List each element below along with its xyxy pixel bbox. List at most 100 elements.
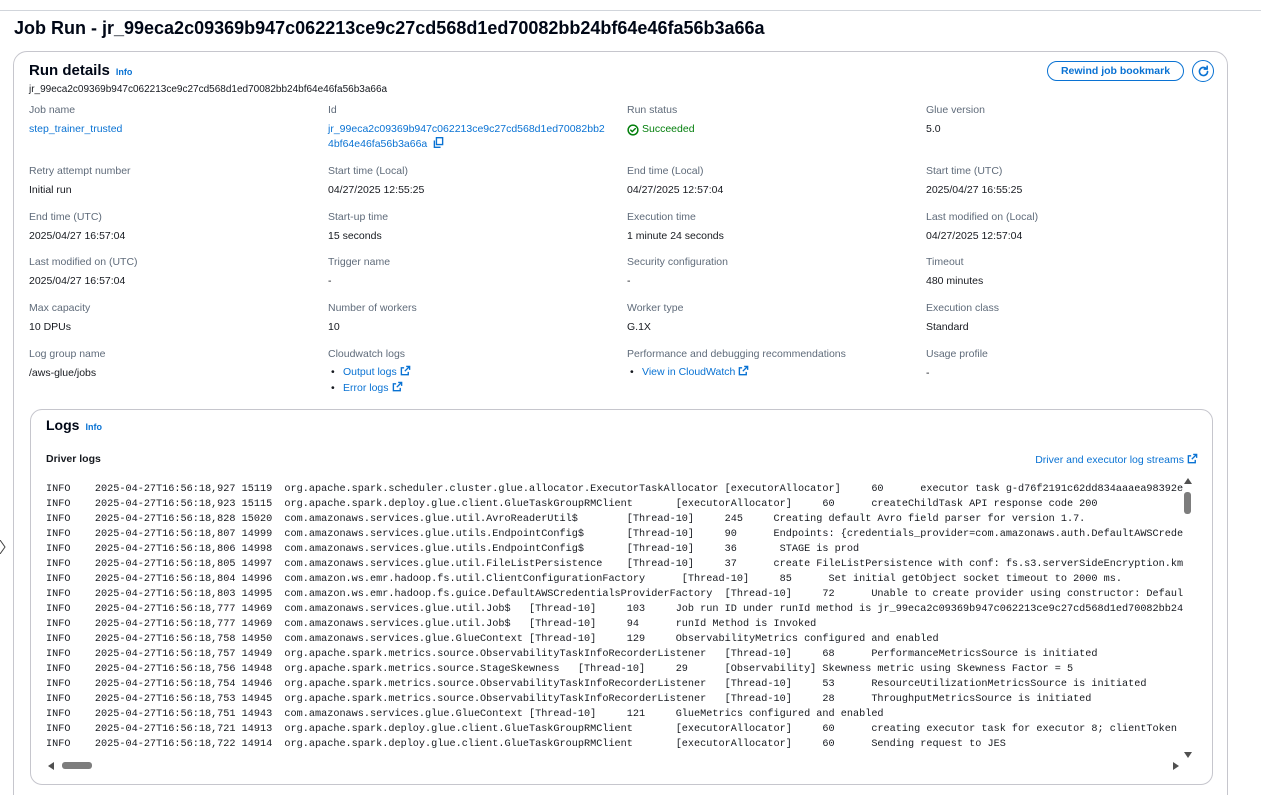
worker-type-value: G.1X [627,321,651,333]
field-start-time-utc: Start time (UTC) 2025/04/27 16:55:25 [926,165,1216,198]
horizontal-scroll-thumb[interactable] [62,762,92,769]
logs-info-link[interactable]: Info [85,422,102,432]
run-status-label: Run status [627,104,678,116]
security-configuration-label: Security configuration [627,256,728,268]
log-streams-text: Driver and executor log streams [1035,454,1184,466]
run-details-header: Run details Info [29,62,132,79]
field-job-name: Job name step_trainer_trusted [29,104,319,137]
output-logs-link[interactable]: Output logs [328,364,618,380]
log-line: INFO 2025-04-27T16:56:18,923 15115 org.a… [46,499,1098,510]
vertical-scrollbar[interactable] [1181,476,1195,760]
run-id-subtitle: jr_99eca2c09369b947c062213ce9c27cd568d1e… [29,84,388,95]
job-name-link[interactable]: step_trainer_trusted [29,122,319,137]
startup-time-value: 15 seconds [328,230,382,242]
log-line: INFO 2025-04-27T16:56:18,927 15119 org.a… [46,484,1183,495]
scroll-right-arrow-icon[interactable] [1173,762,1179,770]
logs-header: Logs Info [46,417,102,433]
field-trigger-name: Trigger name - [328,256,618,289]
log-line: INFO 2025-04-27T16:56:18,751 14943 com.a… [46,709,884,720]
log-line: INFO 2025-04-27T16:56:18,757 14949 org.a… [46,649,1098,660]
field-number-of-workers: Number of workers 10 [328,302,618,335]
driver-executor-log-streams-link[interactable]: Driver and executor log streams [1035,453,1198,466]
cloudwatch-logs-list: Output logs Error logs [328,364,618,396]
field-id: Id jr_99eca2c09369b947c062213ce9c27cd568… [328,104,618,152]
field-security-configuration: Security configuration - [627,256,917,289]
security-configuration-value: - [627,275,631,287]
usage-profile-value: - [926,367,930,379]
page-title: Job Run - jr_99eca2c09369b947c062213ce9c… [14,18,765,38]
log-line: INFO 2025-04-27T16:56:18,758 14950 com.a… [46,634,939,645]
log-line: INFO 2025-04-27T16:56:18,807 14999 com.a… [46,529,1183,540]
timeout-value: 480 minutes [926,275,984,287]
max-capacity-value: 10 DPUs [29,321,72,333]
glue-version-label: Glue version [926,104,985,116]
usage-profile-label: Usage profile [926,348,988,360]
perf-recommendations-label: Performance and debugging recommendation… [627,348,846,360]
start-time-local-label: Start time (Local) [328,165,408,177]
scroll-up-arrow-icon[interactable] [1184,478,1192,484]
view-in-cloudwatch-text: View in CloudWatch [642,366,736,378]
cloudwatch-logs-label: Cloudwatch logs [328,348,406,360]
log-line: INFO 2025-04-27T16:56:18,803 14995 com.a… [46,589,1183,600]
last-modified-utc-label: Last modified on (UTC) [29,256,138,268]
log-line: INFO 2025-04-27T16:56:18,753 14945 org.a… [46,694,1092,705]
output-logs-text: Output logs [343,366,397,378]
log-group-name-label: Log group name [29,348,106,360]
end-time-local-label: End time (Local) [627,165,704,177]
run-details-heading: Run details [29,62,110,79]
field-worker-type: Worker type G.1X [627,302,917,335]
status-badge: Succeeded [627,122,695,137]
end-time-utc-label: End time (UTC) [29,211,102,223]
max-capacity-label: Max capacity [29,302,91,314]
field-run-status: Run status Succeeded [627,104,917,141]
run-details-info-link[interactable]: Info [116,67,133,77]
trigger-name-label: Trigger name [328,256,391,268]
log-line: INFO 2025-04-27T16:56:18,777 14969 com.a… [46,619,817,630]
refresh-button[interactable] [1192,60,1214,82]
field-end-time-utc: End time (UTC) 2025/04/27 16:57:04 [29,211,319,244]
field-log-group-name: Log group name /aws-glue/jobs [29,348,319,381]
number-of-workers-label: Number of workers [328,302,417,314]
external-link-icon [400,365,411,376]
run-details-card: Run details Info jr_99eca2c09369b947c062… [13,51,1228,795]
id-value-line2: 4bf64e46fa56b3a66a [328,138,428,150]
retry-attempt-label: Retry attempt number [29,165,131,177]
field-glue-version: Glue version 5.0 [926,104,1216,137]
log-line: INFO 2025-04-27T16:56:18,722 14914 org.a… [46,739,1006,750]
horizontal-scrollbar[interactable] [46,760,1181,772]
id-value[interactable]: jr_99eca2c09369b947c062213ce9c27cd568d1e… [328,122,618,152]
field-last-modified-local: Last modified on (Local) 04/27/2025 12:5… [926,211,1216,244]
field-startup-time: Start-up time 15 seconds [328,211,618,244]
vertical-scroll-thumb[interactable] [1184,492,1191,514]
mouse-cursor-icon [0,540,6,554]
rewind-job-bookmark-button[interactable]: Rewind job bookmark [1047,61,1184,81]
execution-time-label: Execution time [627,211,696,223]
start-time-utc-value: 2025/04/27 16:55:25 [926,184,1023,196]
log-line: INFO 2025-04-27T16:56:18,721 14913 org.a… [46,724,1183,735]
field-execution-time: Execution time 1 minute 24 seconds [627,211,917,244]
logs-card: Logs Info Driver logs Driver and executo… [30,409,1213,785]
startup-time-label: Start-up time [328,211,389,223]
external-link-icon [392,381,402,392]
external-link-icon [739,365,749,376]
glue-version-value: 5.0 [926,123,941,135]
refresh-icon [1198,64,1208,76]
trigger-name-value: - [328,275,332,287]
logs-heading: Logs [46,417,80,433]
scroll-down-arrow-icon[interactable] [1184,752,1192,758]
error-logs-link[interactable]: Error logs [328,380,618,396]
scroll-left-arrow-icon[interactable] [48,762,54,770]
job-name-label: Job name [29,104,76,116]
field-start-time-local: Start time (Local) 04/27/2025 12:55:25 [328,165,618,198]
field-cloudwatch-logs: Cloudwatch logs Output logs Error logs [328,348,618,396]
end-time-local-value: 04/27/2025 12:57:04 [627,184,724,196]
top-divider [0,10,1261,11]
log-group-name-value: /aws-glue/jobs [29,367,97,379]
last-modified-utc-value: 2025/04/27 16:57:04 [29,275,126,287]
log-output[interactable]: INFO 2025-04-27T16:56:18,927 15119 org.a… [46,482,1183,758]
log-line: INFO 2025-04-27T16:56:18,804 14996 com.a… [46,574,1122,585]
view-in-cloudwatch-link[interactable]: View in CloudWatch [627,364,917,380]
run-status-value: Succeeded [627,122,917,141]
field-max-capacity: Max capacity 10 DPUs [29,302,319,335]
copy-icon[interactable] [433,137,444,148]
